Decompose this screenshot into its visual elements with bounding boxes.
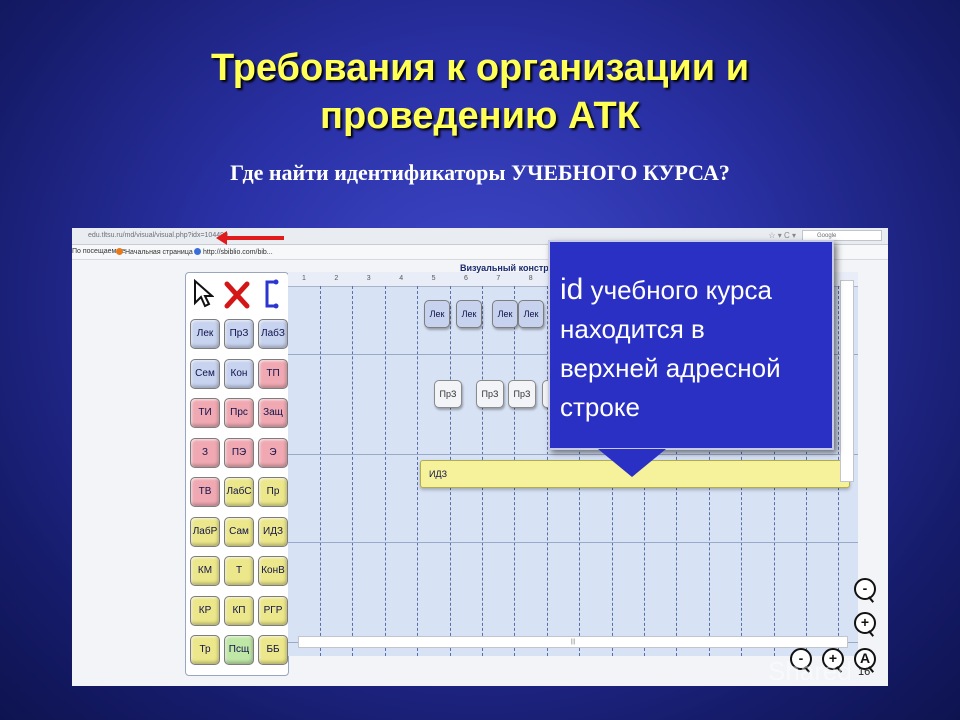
grid-row-line [288,542,858,543]
lecture-block[interactable]: Лек [518,300,544,328]
tool-button[interactable]: Э [258,437,288,468]
column-number: 5 [431,275,436,282]
address-url[interactable]: edu.tltsu.ru/md/visual/visual.php?idx=10… [88,232,228,239]
grid-column-line [320,286,321,656]
tool-button[interactable]: Защ [258,398,288,428]
callout-box: id учебного курса находится в верхней ад… [548,240,834,450]
red-arrow-icon [216,231,284,245]
lecture-block[interactable]: Лек [424,300,450,328]
tool-button[interactable]: ПрЗ [224,319,254,349]
zoom-in-icon[interactable]: + [854,612,876,634]
column-number: 1 [302,275,306,282]
tool-button[interactable]: Прс [224,398,254,428]
lecture-block[interactable]: Лек [492,300,518,328]
horizontal-scrollbar[interactable]: ||| [298,636,848,648]
slide-subtitle: Где найти идентификаторы УЧЕБНОГО КУРСА? [230,160,730,185]
tool-button[interactable]: Т [224,556,254,586]
tool-button[interactable]: ЛабР [190,516,220,547]
tool-button[interactable]: ЛабС [224,477,254,507]
practice-block[interactable]: ПрЗ [476,380,504,408]
watermark: Shared [768,656,852,686]
tool-button[interactable]: Пр [258,477,288,507]
tool-button[interactable]: КР [190,595,220,626]
callout-line1: id учебного курса [560,270,832,310]
tool-button[interactable]: КМ [190,556,220,586]
tool-button[interactable]: ТВ [190,477,220,507]
tool-button[interactable]: Лек [190,319,220,349]
page-number: 16 [858,666,871,678]
column-number: 7 [496,275,501,282]
tool-button[interactable]: КП [224,595,254,626]
globe-icon [194,248,201,255]
slide-title: Требования к организации и проведению АТ… [0,44,960,140]
zoom-out-icon[interactable]: - [854,578,876,600]
callout-id-word: id [560,273,584,306]
bracket-icon[interactable] [260,279,282,309]
practice-block[interactable]: ПрЗ [508,380,536,408]
tool-button[interactable]: З [190,437,220,468]
callout-pointer [598,449,666,477]
callout-line3: верхней адресной [560,353,781,383]
grid-column-line [384,286,386,656]
tool-button[interactable]: Сем [190,358,220,389]
column-number: 2 [334,275,339,282]
tool-button[interactable]: ИДЗ [258,516,288,547]
firefox-icon [116,248,123,255]
callout-line1-text: учебного курса [583,275,772,305]
column-number: 6 [464,275,468,282]
grid-row-line [288,454,858,455]
tool-button[interactable]: Сам [224,516,254,547]
tool-button[interactable]: РГР [258,595,288,626]
cursor-icon[interactable] [192,279,214,309]
tool-button[interactable]: Псщ [224,635,254,665]
constructor-title: Визуальный констру [460,263,554,273]
element-toolbox: Лек ПрЗ ЛабЗ Сем Кон ТП ТИ Прс Защ З ПЭ Э ТВ ЛабС Пр Ла… [185,272,289,676]
grid-column-line [352,286,354,656]
tool-button[interactable]: ТИ [190,398,220,428]
reload-icon[interactable]: ☆ ▾ C ▾ [768,231,796,240]
tool-button[interactable]: КонВ [258,556,288,586]
slide-title-line2: проведению АТК [320,95,640,137]
slide-title-line1: Требования к организации и [210,47,750,89]
tool-button[interactable]: ТП [258,358,288,389]
tool-button[interactable]: Тр [190,635,220,665]
column-number: 8 [528,275,533,282]
tool-button[interactable]: ББ [258,635,288,665]
tool-button[interactable]: ЛабЗ [258,319,288,349]
delete-x-icon[interactable] [224,281,250,309]
callout-line2: находится в [560,314,705,344]
lecture-block[interactable]: Лек [456,300,482,328]
column-number: 3 [366,275,371,282]
grid-column-line [417,286,419,656]
tool-button[interactable]: Кон [224,358,254,389]
vertical-scrollbar[interactable] [840,280,854,482]
column-number: 4 [399,275,404,282]
tool-button[interactable]: ПЭ [224,437,254,468]
bookmark-item[interactable]: Начальная страница [116,248,193,256]
bookmark-item[interactable]: http://sbiblio.com/bib... [194,248,273,256]
practice-block[interactable]: ПрЗ [434,380,462,408]
callout-line4: строке [560,392,640,422]
